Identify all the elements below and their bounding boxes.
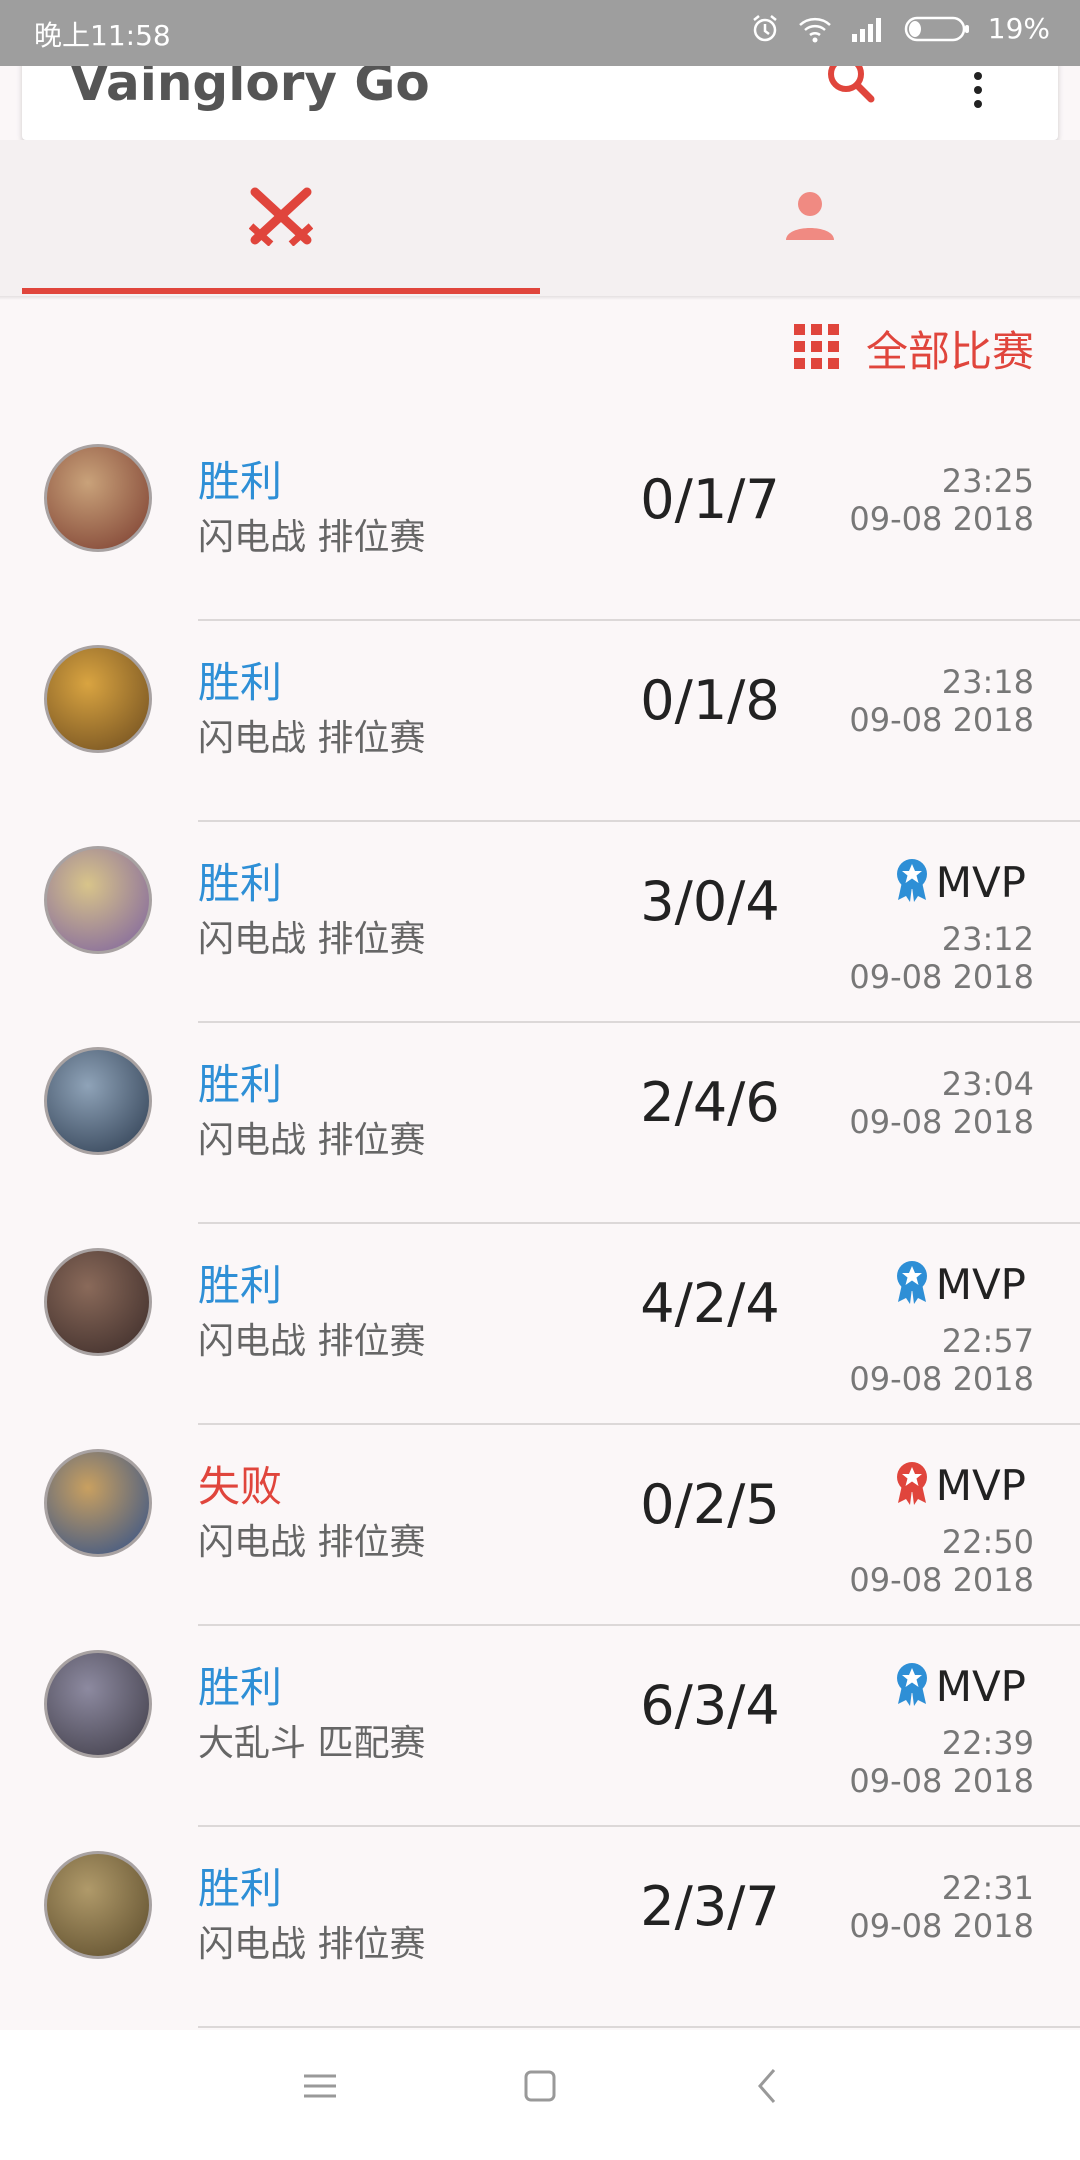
match-time: 23:12 <box>941 920 1034 958</box>
match-date: 09-08 2018 <box>849 500 1034 538</box>
match-result: 失败 <box>198 1462 283 1511</box>
match-row[interactable]: 胜利 闪电战 排位赛 3/0/4 MVP 23:12 09-08 2018 <box>0 822 1080 1023</box>
status-time: 晚上11:58 <box>34 19 171 52</box>
row-divider <box>198 2026 1080 2028</box>
battery-icon <box>904 15 970 43</box>
grid-icon <box>793 323 840 374</box>
match-time: 23:25 <box>941 462 1034 500</box>
match-time: 22:31 <box>941 1869 1034 1907</box>
match-list: 胜利 闪电战 排位赛 0/1/7 23:25 09-08 2018 胜利 闪电战… <box>0 420 1080 2028</box>
hero-avatar <box>44 444 152 552</box>
match-mode: 闪电战 排位赛 <box>198 1321 426 1362</box>
hero-avatar <box>44 1449 152 1557</box>
match-mode: 闪电战 排位赛 <box>198 1924 426 1965</box>
match-row[interactable]: 胜利 闪电战 排位赛 4/2/4 MVP 22:57 09-08 2018 <box>0 1224 1080 1425</box>
match-kda: 3/0/4 <box>640 870 780 933</box>
tab-matches[interactable] <box>22 140 540 296</box>
match-result: 胜利 <box>198 658 283 707</box>
ribbon-icon <box>894 1260 930 1308</box>
crossed-swords-icon <box>248 186 314 250</box>
match-date: 09-08 2018 <box>849 1103 1034 1141</box>
match-row[interactable]: 胜利 闪电战 排位赛 2/4/6 23:04 09-08 2018 <box>0 1023 1080 1224</box>
match-result: 胜利 <box>198 457 283 506</box>
match-time: 23:04 <box>941 1065 1034 1103</box>
hero-avatar <box>44 1851 152 1959</box>
mvp-label: MVP <box>935 858 1026 907</box>
ribbon-icon <box>894 858 930 906</box>
hero-avatar <box>44 645 152 753</box>
tab-bar <box>0 140 1080 296</box>
battery-percent: 19% <box>987 12 1050 45</box>
hero-avatar <box>44 1248 152 1356</box>
match-mode: 闪电战 排位赛 <box>198 517 426 558</box>
home-icon[interactable] <box>520 2066 560 2110</box>
status-icons: 19% <box>750 12 1050 45</box>
match-mode: 闪电战 排位赛 <box>198 718 426 759</box>
person-icon <box>784 190 836 246</box>
match-result: 胜利 <box>198 1060 283 1109</box>
match-row[interactable]: 胜利 闪电战 排位赛 0/1/7 23:25 09-08 2018 <box>0 420 1080 621</box>
filter-all-matches[interactable]: 全部比赛 <box>793 318 1034 379</box>
ribbon-icon <box>894 1461 930 1509</box>
mvp-label: MVP <box>935 1260 1026 1309</box>
match-mode: 闪电战 排位赛 <box>198 1120 426 1161</box>
match-time: 22:50 <box>941 1523 1034 1561</box>
match-kda: 0/1/8 <box>640 669 780 732</box>
match-date: 09-08 2018 <box>849 1561 1034 1599</box>
match-row[interactable]: 胜利 闪电战 排位赛 0/1/8 23:18 09-08 2018 <box>0 621 1080 822</box>
hero-avatar <box>44 846 152 954</box>
match-kda: 2/3/7 <box>640 1875 780 1938</box>
match-result: 胜利 <box>198 1261 283 1310</box>
match-row[interactable]: 胜利 大乱斗 匹配赛 6/3/4 MVP 22:39 09-08 2018 <box>0 1626 1080 1827</box>
match-time: 23:18 <box>941 663 1034 701</box>
menu-icon[interactable] <box>300 2066 340 2110</box>
tabs-shadow <box>0 296 1080 300</box>
wifi-icon <box>798 15 832 43</box>
match-result: 胜利 <box>198 859 283 908</box>
filter-label: 全部比赛 <box>865 327 1034 376</box>
signal-icon <box>850 16 886 42</box>
ribbon-icon <box>894 1662 930 1710</box>
mvp-label: MVP <box>935 1662 1026 1711</box>
match-mode: 闪电战 排位赛 <box>198 1522 426 1563</box>
match-row[interactable]: 胜利 闪电战 排位赛 2/3/7 22:31 09-08 2018 <box>0 1827 1080 2028</box>
match-date: 09-08 2018 <box>849 1762 1034 1800</box>
status-bar: 晚上11:58 19% <box>0 0 1080 66</box>
navigation-bar <box>0 2030 1080 2160</box>
hero-avatar <box>44 1650 152 1758</box>
alarm-icon <box>750 14 780 44</box>
more-vert-icon[interactable] <box>972 72 984 116</box>
match-date: 09-08 2018 <box>849 1907 1034 1945</box>
match-time: 22:39 <box>941 1724 1034 1762</box>
match-row[interactable]: 失败 闪电战 排位赛 0/2/5 MVP 22:50 09-08 2018 <box>0 1425 1080 1626</box>
match-date: 09-08 2018 <box>849 1360 1034 1398</box>
match-mode: 闪电战 排位赛 <box>198 919 426 960</box>
match-kda: 4/2/4 <box>640 1272 780 1335</box>
match-result: 胜利 <box>198 1864 283 1913</box>
back-icon[interactable] <box>748 2066 788 2110</box>
tab-indicator <box>22 288 540 294</box>
match-kda: 6/3/4 <box>640 1674 780 1737</box>
match-result: 胜利 <box>198 1663 283 1712</box>
hero-avatar <box>44 1047 152 1155</box>
match-kda: 0/1/7 <box>640 468 780 531</box>
match-mode: 大乱斗 匹配赛 <box>198 1723 426 1764</box>
tab-profile[interactable] <box>540 140 1080 296</box>
match-date: 09-08 2018 <box>849 701 1034 739</box>
match-kda: 2/4/6 <box>640 1071 780 1134</box>
match-kda: 0/2/5 <box>640 1473 780 1536</box>
match-time: 22:57 <box>941 1322 1034 1360</box>
match-date: 09-08 2018 <box>849 958 1034 996</box>
mvp-label: MVP <box>935 1461 1026 1510</box>
